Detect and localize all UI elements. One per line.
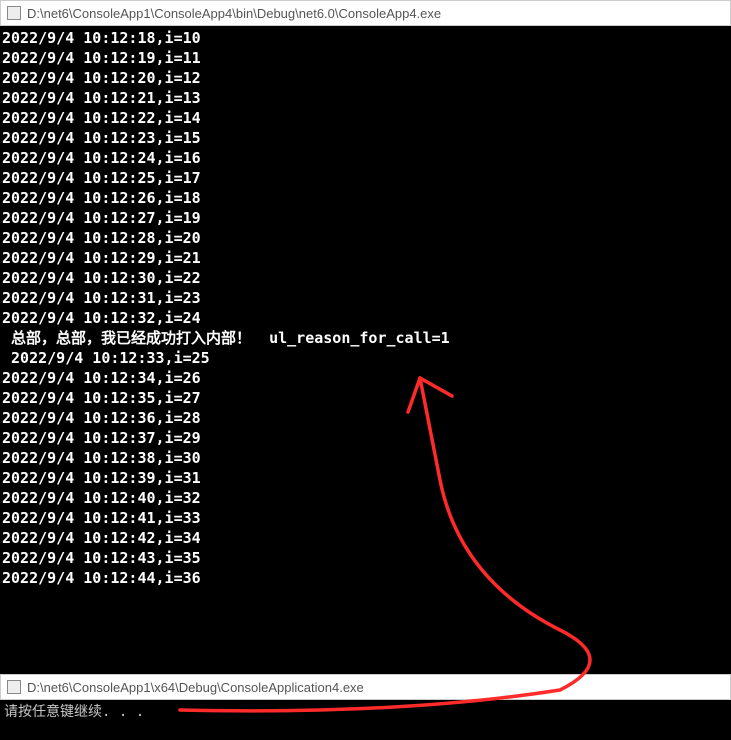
log-line: 2022/9/4 10:12:34,i=26	[2, 368, 723, 388]
log-line: 2022/9/4 10:12:28,i=20	[2, 228, 723, 248]
injection-message-line2: 2022/9/4 10:12:33,i=25	[2, 348, 723, 368]
log-line: 2022/9/4 10:12:36,i=28	[2, 408, 723, 428]
title-text-2: D:\net6\ConsoleApp1\x64\Debug\ConsoleApp…	[27, 680, 364, 695]
log-line: 2022/9/4 10:12:42,i=34	[2, 528, 723, 548]
log-line: 2022/9/4 10:12:25,i=17	[2, 168, 723, 188]
log-line: 2022/9/4 10:12:26,i=18	[2, 188, 723, 208]
log-line: 2022/9/4 10:12:27,i=19	[2, 208, 723, 228]
titlebar-1[interactable]: D:\net6\ConsoleApp1\ConsoleApp4\bin\Debu…	[0, 0, 731, 26]
log-line: 2022/9/4 10:12:35,i=27	[2, 388, 723, 408]
titlebar-2[interactable]: D:\net6\ConsoleApp1\x64\Debug\ConsoleApp…	[0, 674, 731, 700]
app-icon	[7, 680, 21, 694]
title-text-1: D:\net6\ConsoleApp1\ConsoleApp4\bin\Debu…	[27, 6, 441, 21]
log-line: 2022/9/4 10:12:37,i=29	[2, 428, 723, 448]
log-line: 2022/9/4 10:12:24,i=16	[2, 148, 723, 168]
log-line: 2022/9/4 10:12:30,i=22	[2, 268, 723, 288]
log-line: 2022/9/4 10:12:19,i=11	[2, 48, 723, 68]
log-line: 2022/9/4 10:12:39,i=31	[2, 468, 723, 488]
console-output-2[interactable]: 请按任意键继续. . .	[0, 700, 731, 724]
app-icon	[7, 6, 21, 20]
log-line: 2022/9/4 10:12:18,i=10	[2, 28, 723, 48]
console-output-1[interactable]: 2022/9/4 10:12:18,i=102022/9/4 10:12:19,…	[0, 26, 723, 590]
log-line: 2022/9/4 10:12:21,i=13	[2, 88, 723, 108]
log-line: 2022/9/4 10:12:44,i=36	[2, 568, 723, 588]
console-window-2: D:\net6\ConsoleApp1\x64\Debug\ConsoleApp…	[0, 674, 731, 724]
injection-message: 总部，总部，我已经成功打入内部！ ul_reason_for_call=1	[2, 328, 723, 348]
log-line: 2022/9/4 10:12:40,i=32	[2, 488, 723, 508]
console-window-1: D:\net6\ConsoleApp1\ConsoleApp4\bin\Debu…	[0, 0, 731, 674]
log-line: 2022/9/4 10:12:31,i=23	[2, 288, 723, 308]
log-line: 2022/9/4 10:12:23,i=15	[2, 128, 723, 148]
log-line: 2022/9/4 10:12:22,i=14	[2, 108, 723, 128]
log-line: 2022/9/4 10:12:38,i=30	[2, 448, 723, 468]
log-line: 2022/9/4 10:12:41,i=33	[2, 508, 723, 528]
log-line: 2022/9/4 10:12:20,i=12	[2, 68, 723, 88]
log-line: 2022/9/4 10:12:29,i=21	[2, 248, 723, 268]
press-any-key-prompt: 请按任意键继续. . .	[4, 704, 144, 720]
log-line: 2022/9/4 10:12:43,i=35	[2, 548, 723, 568]
log-line: 2022/9/4 10:12:32,i=24	[2, 308, 723, 328]
